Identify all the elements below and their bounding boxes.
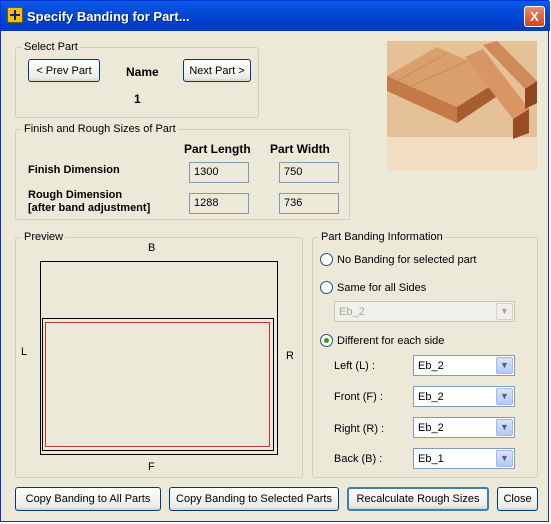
close-button[interactable]: Close: [497, 487, 538, 511]
title-bar[interactable]: Specify Banding for Part... X: [1, 1, 550, 31]
left-side-value: Eb_2: [418, 360, 444, 372]
no-banding-label[interactable]: No Banding for selected part: [337, 254, 476, 266]
wood-banding-photo: [387, 41, 537, 171]
different-each-side-radio[interactable]: [320, 334, 333, 347]
same-all-sides-value: Eb_2: [339, 306, 365, 318]
app-icon: [7, 7, 23, 23]
preview-legend: Preview: [24, 231, 64, 243]
back-side-select[interactable]: Eb_1 ▼: [413, 448, 515, 469]
left-side-label: Left (L) :: [334, 360, 375, 372]
select-part-legend: Select Part: [24, 41, 78, 53]
finish-length-field[interactable]: 1300: [189, 162, 249, 183]
rough-length-field[interactable]: 1288: [189, 193, 249, 214]
back-side-value: Eb_1: [418, 453, 444, 465]
front-side-label: Front (F) :: [334, 391, 383, 403]
part-width-header: Part Width: [270, 142, 330, 156]
finish-width-field[interactable]: 750: [279, 162, 339, 183]
part-length-header: Part Length: [184, 142, 251, 156]
side-left-label: L: [21, 346, 28, 358]
side-back-label: B: [148, 242, 156, 254]
left-side-select[interactable]: Eb_2 ▼: [413, 355, 515, 376]
rough-dimension-sublabel: [after band adjustment]: [28, 202, 151, 214]
same-all-sides-radio[interactable]: [320, 281, 333, 294]
side-right-label: R: [286, 350, 294, 362]
copy-to-all-parts-button[interactable]: Copy Banding to All Parts: [15, 487, 161, 511]
banded-outline: [45, 322, 270, 447]
rough-width-field[interactable]: 736: [279, 193, 339, 214]
part-number: 1: [134, 92, 141, 106]
prev-part-button[interactable]: < Prev Part: [28, 59, 100, 82]
right-side-value: Eb_2: [418, 422, 444, 434]
front-side-value: Eb_2: [418, 391, 444, 403]
dropdown-arrow-icon[interactable]: ▼: [496, 419, 513, 436]
same-all-sides-label[interactable]: Same for all Sides: [337, 282, 426, 294]
copy-to-selected-parts-button[interactable]: Copy Banding to Selected Parts: [169, 487, 339, 511]
different-each-side-label[interactable]: Different for each side: [337, 335, 444, 347]
dialog-window: Specify Banding for Part... X Select Par…: [0, 0, 550, 522]
side-front-label: F: [148, 461, 155, 473]
dropdown-arrow-icon[interactable]: ▼: [496, 388, 513, 405]
rough-dimension-label: Rough Dimension: [28, 189, 123, 201]
front-side-select[interactable]: Eb_2 ▼: [413, 386, 515, 407]
banding-legend: Part Banding Information: [321, 231, 443, 243]
sizes-legend: Finish and Rough Sizes of Part: [24, 123, 176, 135]
name-label: Name: [126, 65, 159, 79]
back-side-label: Back (B) :: [334, 453, 383, 465]
same-all-sides-select: Eb_2 ▼: [334, 301, 515, 322]
next-part-button[interactable]: Next Part >: [183, 59, 251, 82]
dropdown-arrow-icon: ▼: [496, 303, 513, 320]
no-banding-radio[interactable]: [320, 253, 333, 266]
close-icon[interactable]: X: [524, 6, 545, 27]
finish-dimension-label: Finish Dimension: [28, 164, 120, 176]
right-side-select[interactable]: Eb_2 ▼: [413, 417, 515, 438]
right-side-label: Right (R) :: [334, 423, 385, 435]
recalculate-rough-sizes-button[interactable]: Recalculate Rough Sizes: [347, 487, 489, 511]
window-title: Specify Banding for Part...: [27, 9, 190, 24]
dropdown-arrow-icon[interactable]: ▼: [496, 357, 513, 374]
dropdown-arrow-icon[interactable]: ▼: [496, 450, 513, 467]
